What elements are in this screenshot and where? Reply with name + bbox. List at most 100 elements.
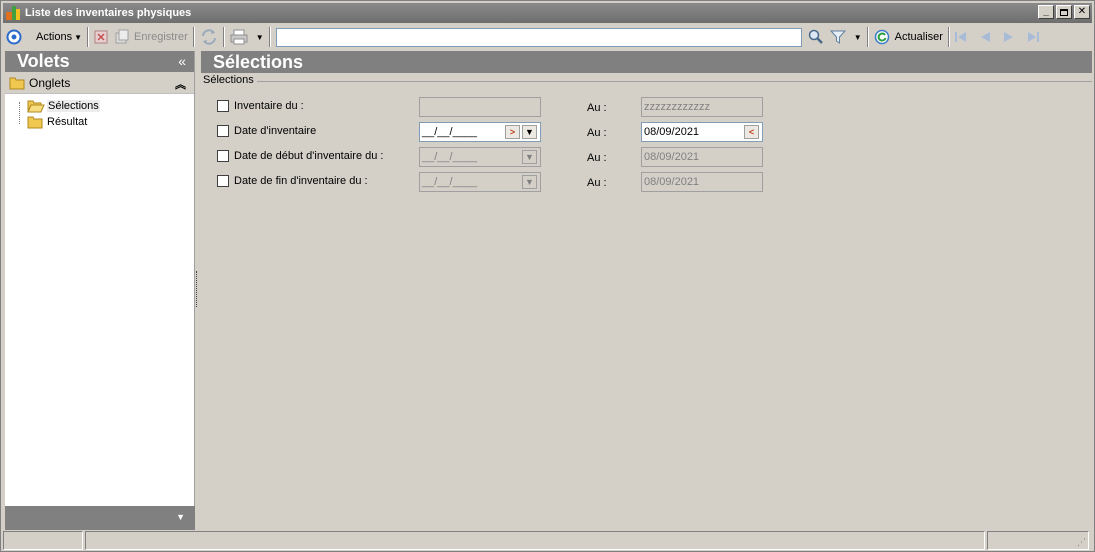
search-icon	[808, 29, 823, 44]
status-cell	[85, 531, 985, 550]
chevron-down-icon: ▼	[525, 177, 534, 187]
end-date-from-field[interactable]: __/__/____ ▼	[419, 172, 541, 192]
date-dropdown-button[interactable]: ▼	[522, 125, 537, 139]
field-value: __/__/____	[422, 176, 478, 188]
refresh-button[interactable]: Actualiser	[871, 26, 946, 48]
toolbar-separator	[947, 27, 950, 47]
start-date-from-field[interactable]: __/__/____ ▼	[419, 147, 541, 167]
toolbar-separator	[222, 27, 225, 47]
chevron-down-icon: ▼	[853, 32, 862, 42]
tree-item-label: Résultat	[47, 116, 88, 128]
to-label: Au :	[587, 102, 607, 114]
filter-label: Date de début d'inventaire du :	[234, 150, 384, 162]
tabs-group-header[interactable]: Onglets ︽	[5, 72, 194, 94]
filter-row-inventory: Inventaire du : Au : zzzzzzzzzzzz	[217, 96, 777, 118]
toolbar: Actions ▼ Enregistrer ▼ ▼ Actualiser	[3, 25, 1092, 49]
panels-title: Volets	[17, 51, 70, 71]
filter-label: Inventaire du :	[234, 100, 304, 112]
start-date-checkbox[interactable]	[217, 150, 229, 162]
previous-record-button[interactable]	[976, 28, 994, 46]
maximize-icon	[1060, 8, 1068, 16]
save-button[interactable]: Enregistrer	[111, 26, 191, 48]
panels-header: Volets «	[5, 51, 194, 72]
inventory-date-checkbox[interactable]	[217, 125, 229, 137]
filter-label: Date d'inventaire	[234, 125, 317, 137]
inventory-date-from-field[interactable]: __/__/____ > ▼	[419, 122, 541, 142]
inventory-date-to-field[interactable]: 08/09/2021 <	[641, 122, 763, 142]
collapse-panel-icon[interactable]: «	[178, 53, 186, 69]
previous-icon	[980, 32, 990, 42]
field-value: 08/09/2021	[644, 176, 700, 188]
filter-button[interactable]: ▼	[827, 26, 865, 48]
start-date-to-field[interactable]: 08/09/2021	[641, 147, 763, 167]
actions-button[interactable]: Actions ▼	[3, 26, 85, 48]
close-button[interactable]: ✕	[1074, 5, 1090, 19]
next-icon	[1003, 32, 1013, 42]
application-window: Liste des inventaires physiques _ ✕ Acti…	[0, 0, 1095, 552]
filter-icon	[829, 30, 846, 44]
calendar-forward-button[interactable]: >	[505, 125, 520, 139]
inventory-from-field[interactable]	[419, 97, 541, 117]
window-title: Liste des inventaires physiques	[25, 7, 192, 19]
first-icon	[954, 32, 966, 42]
delete-button[interactable]	[91, 26, 111, 48]
next-record-button[interactable]	[1000, 28, 1018, 46]
chevron-down-icon: ▼	[525, 127, 534, 137]
toolbar-separator	[87, 27, 89, 47]
field-value: __/__/____	[422, 126, 478, 138]
filter-row-inventory-date: Date d'inventaire __/__/____ > ▼ Au : 08…	[217, 121, 777, 143]
filter-row-start-date: Date de début d'inventaire du : __/__/__…	[217, 146, 777, 168]
field-value: 08/09/2021	[644, 151, 700, 163]
status-cell	[3, 531, 83, 550]
search-button[interactable]	[805, 26, 827, 48]
end-date-to-field[interactable]: 08/09/2021	[641, 172, 763, 192]
search-input[interactable]	[275, 27, 802, 47]
tree-item-results[interactable]: Résultat	[27, 115, 87, 129]
end-date-checkbox[interactable]	[217, 175, 229, 187]
inventory-to-field[interactable]: zzzzzzzzzzzz	[641, 97, 763, 117]
save-icon	[115, 29, 129, 44]
folder-icon	[9, 77, 25, 89]
dropdown-arrow-icon[interactable]: ▼	[176, 512, 185, 522]
date-dropdown-button[interactable]: ▼	[522, 175, 537, 189]
maximize-button[interactable]	[1056, 5, 1072, 19]
status-cell: ⋰	[987, 531, 1089, 550]
last-record-button[interactable]	[1024, 28, 1042, 46]
printer-icon	[230, 29, 248, 45]
field-value: __/__/____	[422, 151, 478, 163]
print-button[interactable]: ▼	[227, 26, 267, 48]
last-icon	[1027, 32, 1039, 42]
page-title: Sélections	[213, 51, 304, 72]
status-bar: ⋰	[3, 531, 1092, 550]
sync-icon	[201, 29, 216, 45]
toolbar-separator	[268, 27, 271, 47]
calendar-back-button[interactable]: <	[744, 125, 759, 139]
tree-item-label: Sélections	[47, 100, 100, 112]
inventory-checkbox[interactable]	[217, 100, 229, 112]
folder-icon	[27, 116, 43, 129]
group-label: Sélections	[203, 74, 254, 86]
resize-grip-icon[interactable]: ⋰	[1077, 537, 1086, 548]
save-label: Enregistrer	[134, 31, 188, 43]
tree-item-selections[interactable]: Sélections	[27, 99, 100, 113]
refresh-icon	[874, 29, 889, 45]
actions-icon	[6, 29, 22, 45]
tabs-group-label: Onglets	[29, 75, 71, 90]
chevron-down-icon: ▼	[255, 32, 264, 42]
delete-icon	[94, 30, 108, 44]
chevron-double-up-icon[interactable]: ︽	[175, 76, 186, 92]
date-dropdown-button[interactable]: ▼	[522, 150, 537, 164]
toolbar-separator	[192, 27, 195, 47]
open-folder-icon	[27, 100, 45, 113]
title-bar: Liste des inventaires physiques _ ✕	[3, 3, 1092, 23]
to-label: Au :	[587, 152, 607, 164]
field-value: 08/09/2021	[644, 126, 700, 138]
toolbar-separator	[866, 27, 869, 47]
main-header: Sélections	[201, 51, 1092, 73]
first-record-button[interactable]	[952, 28, 970, 46]
panel-splitter[interactable]	[196, 271, 199, 307]
sync-button[interactable]	[197, 26, 221, 48]
refresh-label: Actualiser	[894, 31, 943, 43]
side-panel: Volets « Onglets ︽ Sélections Résultat ▼	[5, 51, 195, 530]
minimize-button[interactable]: _	[1038, 5, 1054, 19]
